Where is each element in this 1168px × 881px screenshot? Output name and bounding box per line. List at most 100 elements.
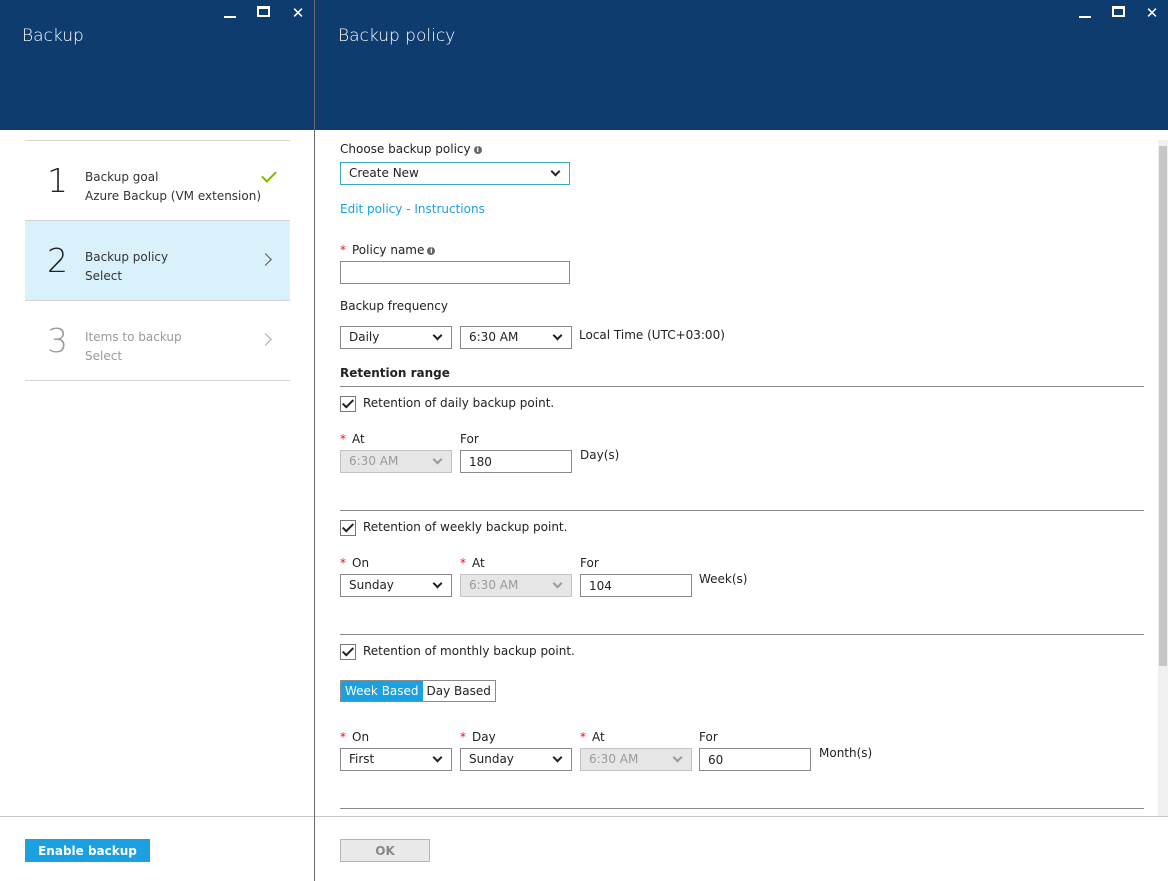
monthly-for-input[interactable]	[699, 748, 811, 771]
divider	[340, 510, 1144, 511]
weekly-at-dropdown: 6:30 AM	[460, 574, 572, 597]
step-number: 3	[47, 321, 68, 360]
monthly-on-label-text: On	[352, 730, 370, 744]
blade-footer: Enable backup	[0, 816, 314, 881]
monthly-day-label: * Day	[460, 730, 496, 744]
daily-for-label: For	[460, 432, 479, 446]
checkmark-icon	[261, 167, 277, 183]
daily-retention-checkbox[interactable]	[340, 396, 356, 412]
monthly-day-label-text: Day	[472, 730, 496, 744]
policy-name-label: * Policy name i	[340, 243, 436, 257]
monthly-day-value: Sunday	[469, 752, 514, 766]
backup-blade: Backup ✕ 1 Backup goal Azure Backup (VM …	[0, 0, 314, 881]
weekly-retention-label: Retention of weekly backup point.	[363, 520, 568, 534]
required-asterisk: *	[340, 730, 346, 744]
minimize-icon[interactable]	[224, 6, 236, 18]
step-title: Items to backup	[85, 330, 182, 344]
step-title: Backup policy	[85, 250, 169, 264]
retention-range-title: Retention range	[340, 366, 450, 380]
monthly-for-label: For	[699, 730, 718, 744]
monthly-at-value: 6:30 AM	[589, 752, 639, 766]
step-number: 2	[47, 241, 68, 280]
weekly-at-label-text: At	[472, 556, 485, 570]
blade-title: Backup policy	[338, 26, 456, 46]
daily-retention-label: Retention of daily backup point.	[363, 396, 555, 410]
daily-for-input[interactable]	[460, 450, 572, 473]
frequency-dropdown[interactable]: Daily	[340, 326, 452, 349]
weekly-for-input[interactable]	[580, 574, 692, 597]
checkmark-icon	[341, 520, 355, 533]
policy-name-label-text: Policy name	[352, 243, 425, 257]
ok-button[interactable]: OK	[340, 839, 430, 862]
blade-footer: OK	[315, 816, 1168, 881]
chevron-down-icon	[432, 330, 443, 341]
edit-policy-link[interactable]: Edit policy - Instructions	[340, 202, 485, 216]
blade-title: Backup	[22, 26, 84, 46]
required-asterisk: *	[460, 730, 466, 744]
step-subtitle: Azure Backup (VM extension)	[85, 189, 262, 203]
weekly-at-value: 6:30 AM	[469, 578, 519, 592]
info-icon[interactable]: i	[427, 247, 436, 255]
monthly-on-label: * On	[340, 730, 369, 744]
timezone-label: Local Time (UTC+03:00)	[579, 328, 725, 342]
blade-header: Backup policy ✕	[315, 0, 1168, 130]
weekly-for-label: For	[580, 556, 599, 570]
weekly-unit-label: Week(s)	[699, 572, 748, 586]
info-icon[interactable]: i	[473, 146, 482, 154]
weekly-at-label: * At	[460, 556, 485, 570]
blade-header: Backup ✕	[0, 0, 314, 130]
choose-policy-dropdown[interactable]: Create New	[340, 162, 570, 185]
weekly-retention-checkbox[interactable]	[340, 520, 356, 536]
close-icon[interactable]: ✕	[1142, 4, 1162, 22]
weekly-on-label: * On	[340, 556, 369, 570]
frequency-time-value: 6:30 AM	[469, 330, 519, 344]
minimize-icon[interactable]	[1079, 6, 1091, 18]
weekly-on-label-text: On	[352, 556, 370, 570]
divider	[340, 386, 1144, 387]
scrollbar-thumb[interactable]	[1159, 146, 1167, 666]
maximize-icon[interactable]	[257, 6, 270, 17]
enable-backup-button[interactable]: Enable backup	[25, 839, 150, 862]
chevron-down-icon	[552, 330, 563, 341]
day-based-option[interactable]: Day Based	[423, 681, 495, 701]
monthly-unit-label: Month(s)	[819, 746, 873, 760]
wizard-steps: 1 Backup goal Azure Backup (VM extension…	[25, 140, 290, 381]
chevron-right-icon	[259, 333, 272, 346]
monthly-at-label-text: At	[592, 730, 605, 744]
monthly-on-dropdown[interactable]: First	[340, 748, 452, 771]
policy-form: Choose backup policy i Create New Edit po…	[315, 130, 1168, 816]
daily-at-value: 6:30 AM	[349, 454, 399, 468]
weekly-on-value: Sunday	[349, 578, 394, 592]
required-asterisk: *	[580, 730, 586, 744]
chevron-down-icon	[552, 578, 563, 589]
monthly-at-label: * At	[580, 730, 605, 744]
chevron-down-icon	[672, 752, 683, 763]
policy-name-input[interactable]	[340, 261, 570, 284]
maximize-icon[interactable]	[1112, 6, 1125, 17]
close-icon[interactable]: ✕	[288, 4, 308, 22]
checkmark-icon	[341, 396, 355, 409]
frequency-time-dropdown[interactable]: 6:30 AM	[460, 326, 572, 349]
step-title: Backup goal	[85, 170, 159, 184]
backup-frequency-label: Backup frequency	[340, 299, 448, 313]
monthly-day-dropdown[interactable]: Sunday	[460, 748, 572, 771]
monthly-retention-label: Retention of monthly backup point.	[363, 644, 575, 658]
week-based-option[interactable]: Week Based	[341, 681, 423, 701]
step-backup-goal[interactable]: 1 Backup goal Azure Backup (VM extension…	[25, 141, 290, 221]
step-backup-policy[interactable]: 2 Backup policy Select	[25, 221, 290, 301]
monthly-at-dropdown: 6:30 AM	[580, 748, 692, 771]
divider	[340, 634, 1144, 635]
step-subtitle: Select	[85, 349, 123, 363]
daily-at-dropdown: 6:30 AM	[340, 450, 452, 473]
divider	[340, 808, 1144, 809]
required-asterisk: *	[460, 556, 466, 570]
step-items-to-backup[interactable]: 3 Items to backup Select	[25, 301, 290, 381]
weekly-on-dropdown[interactable]: Sunday	[340, 574, 452, 597]
daily-at-label-text: At	[352, 432, 365, 446]
checkmark-icon	[341, 644, 355, 657]
chevron-down-icon	[550, 166, 561, 177]
monthly-retention-checkbox[interactable]	[340, 644, 356, 660]
daily-at-label: * At	[340, 432, 365, 446]
required-asterisk: *	[340, 243, 346, 257]
scrollbar[interactable]	[1158, 140, 1168, 816]
